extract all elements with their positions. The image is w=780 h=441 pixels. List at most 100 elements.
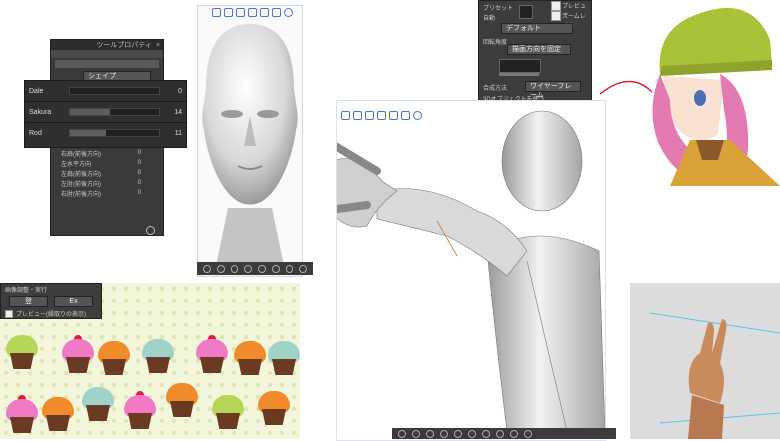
hand-icon[interactable] (244, 264, 252, 273)
grid-icon[interactable] (510, 429, 518, 438)
dialog-button-left[interactable]: 登 (9, 296, 48, 307)
cupcake (256, 387, 292, 427)
param-value: 0 (137, 170, 141, 176)
reset-icon[interactable] (272, 8, 281, 17)
zoom-icon[interactable] (426, 429, 434, 438)
param-row[interactable]: 右肘(前後方向) 0 (51, 188, 161, 198)
fixed-direction-dropdown[interactable]: 描画方向を固定 (507, 44, 571, 55)
param-row[interactable]: 左肘(前後方向) 0 (51, 178, 161, 188)
slider-row[interactable]: Rod 11 (25, 122, 186, 143)
cupcake (194, 335, 230, 375)
scale-icon[interactable] (260, 8, 269, 17)
body-bottom-toolbar (392, 428, 616, 439)
blend-mode-label: 合成方法 (483, 86, 508, 92)
preset-label: プリセット (483, 6, 514, 12)
slider-panel: Dale 0 Sakura 14 Rod 11 (24, 80, 187, 148)
head-viewport[interactable] (197, 5, 303, 277)
param-row[interactable]: 左肩(前後方向) 0 (51, 168, 161, 178)
pan-icon[interactable] (224, 8, 233, 17)
preset-dropdown[interactable]: デフォルト (501, 23, 573, 34)
fit-icon[interactable] (454, 429, 462, 438)
next-icon[interactable] (216, 264, 225, 273)
slider-row[interactable]: Sakura 14 (25, 101, 186, 122)
cupcake (80, 383, 116, 423)
cupcake (96, 337, 132, 377)
wireframe-dropdown[interactable]: ワイヤーフレーム (525, 81, 581, 99)
dialog-button-right[interactable]: Ex (54, 296, 93, 307)
param-label: 右肘(前後方向) (61, 191, 101, 198)
body-viewport[interactable] (336, 100, 606, 441)
param-label: 左水平方向 (61, 161, 92, 168)
undo-icon[interactable] (284, 8, 293, 17)
next-icon[interactable] (412, 429, 420, 438)
cupcake (232, 337, 268, 377)
slider-value: 11 (174, 129, 182, 137)
slider-value: 0 (178, 87, 182, 95)
cupcake (266, 337, 302, 377)
rotate-view-icon[interactable] (285, 264, 294, 273)
param-value: 0 (137, 190, 141, 196)
hand-photo (630, 283, 780, 439)
flip-icon[interactable] (271, 264, 280, 273)
prev-icon[interactable] (398, 429, 406, 438)
slider-track[interactable] (69, 129, 160, 137)
preview-checkbox[interactable] (5, 309, 13, 318)
close-icon[interactable]: × (156, 42, 160, 49)
slider-track[interactable] (69, 87, 160, 95)
character-illustration (600, 7, 780, 186)
param-row[interactable]: 左水平方向 0 (51, 158, 161, 168)
tool-preview-strip (55, 60, 159, 68)
slider-label: Rod (29, 129, 42, 137)
dialog-header: 画像調整・実行 (5, 288, 48, 294)
search-icon[interactable] (146, 226, 155, 235)
slider-fill (70, 130, 106, 136)
cupcake (4, 331, 40, 371)
preview-checkbox[interactable] (551, 1, 561, 11)
cupcake (60, 335, 96, 375)
move-icon[interactable] (236, 8, 245, 17)
preview-checkbox-label: プレビュー(縁取りの表示) (16, 312, 86, 318)
adjust-dialog: 画像調整・実行 登 Ex プレビュー(縁取りの表示) (0, 283, 102, 319)
value-field[interactable] (499, 59, 541, 73)
layer-icon[interactable] (524, 429, 532, 438)
joint-param-list: 右肩(前後方向) 0 左水平方向 0 左肩(前後方向) 0 左肘(前後方向) 0 右肘(… (51, 148, 161, 235)
param-row[interactable]: 右肩(前後方向) 0 (51, 148, 161, 158)
rotate-view-icon[interactable] (482, 429, 490, 438)
cursor-icon[interactable] (519, 5, 533, 19)
reset-view-icon[interactable] (496, 429, 504, 438)
param-value: 0 (137, 180, 141, 186)
prev-icon[interactable] (203, 264, 211, 273)
param-label: 左肘(前後方向) (61, 181, 101, 188)
zoom-checkbox[interactable] (551, 11, 561, 21)
hand-icon[interactable] (440, 429, 448, 438)
slider-label: Dale (29, 87, 44, 95)
panel-title: ツールプロパティ (96, 42, 152, 49)
cupcake (140, 335, 176, 375)
cupcake (210, 391, 246, 431)
auto-label: 自動 (483, 16, 496, 22)
param-value: 0 (137, 160, 141, 166)
value-slider[interactable] (499, 73, 539, 76)
param-label: 左肩(前後方向) (61, 171, 101, 178)
object-settings-panel: プリセット プレビュー ズームレベル 自動 デフォルト 回転角度 描画方向を固定… (478, 0, 592, 103)
slider-value: 14 (174, 108, 182, 116)
slider-label: Sakura (29, 108, 52, 116)
fit-icon[interactable] (258, 264, 266, 273)
rotate-angle-label: 回転角度 (483, 40, 508, 46)
panel-titlebar[interactable]: ツールプロパティ × (51, 40, 163, 50)
hand-reference (630, 283, 780, 439)
slider-track[interactable] (69, 108, 160, 116)
reset-view-icon[interactable] (299, 264, 307, 273)
head-model (202, 24, 298, 266)
zoom-icon[interactable] (230, 264, 239, 273)
slider-fill (70, 109, 111, 115)
flip-icon[interactable] (468, 429, 476, 438)
cupcake (122, 391, 158, 431)
camera-rotate-icon[interactable] (212, 8, 221, 17)
cupcake (164, 379, 200, 419)
body-model (337, 110, 605, 431)
head-bottom-toolbar (197, 262, 313, 275)
rotate-icon[interactable] (248, 8, 257, 17)
cupcake (4, 395, 40, 435)
slider-row[interactable]: Dale 0 (25, 81, 186, 101)
